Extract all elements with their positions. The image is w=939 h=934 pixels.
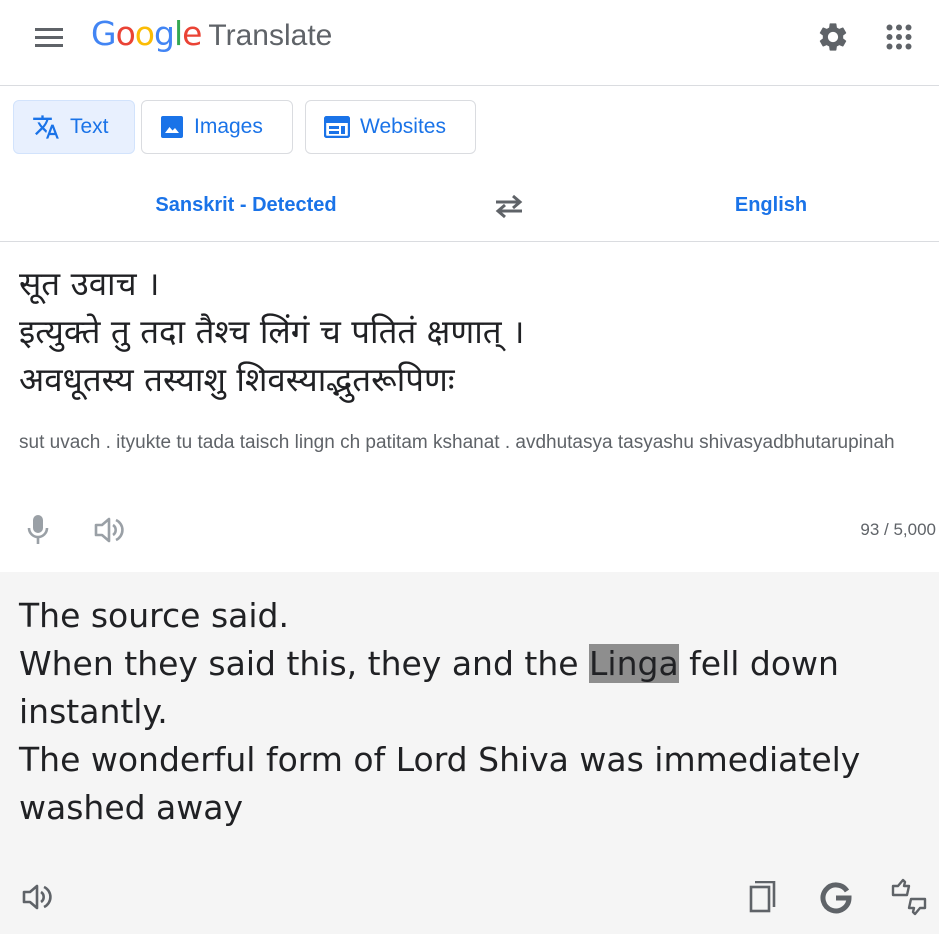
- highlighted-word[interactable]: Linga: [589, 644, 679, 683]
- speaker-icon: [22, 884, 52, 910]
- logo-letter: l: [173, 14, 183, 53]
- search-google-button[interactable]: [814, 876, 858, 920]
- logo-letter: o: [115, 14, 136, 53]
- target-language-button[interactable]: English: [700, 186, 842, 224]
- tab-text-label: Text: [70, 115, 109, 138]
- website-icon: [324, 116, 350, 138]
- language-bar: Sanskrit - Detected English: [0, 168, 939, 242]
- swap-languages-button[interactable]: [488, 185, 530, 227]
- google-apps-button[interactable]: [876, 14, 922, 60]
- rate-translation-button[interactable]: [886, 874, 932, 920]
- translation-output: The source said. When they said this, th…: [19, 592, 879, 832]
- source-panel: सूत उवाच । इत्युक्ते तु तदा तैश्च लिंगं …: [0, 242, 939, 572]
- rate-translation-icon: [891, 878, 927, 916]
- app-header: Google Translate: [0, 0, 939, 86]
- copy-icon: [749, 881, 776, 913]
- listen-translation-button[interactable]: [16, 876, 58, 918]
- swap-arrows-icon: [495, 194, 523, 219]
- logo-letter: e: [182, 14, 202, 53]
- tab-text[interactable]: Text: [13, 100, 135, 154]
- google-wordmark: Google: [91, 14, 202, 53]
- source-text-input[interactable]: सूत उवाच । इत्युक्ते तु तदा तैश्च लिंगं …: [19, 260, 919, 404]
- listen-source-button[interactable]: [88, 510, 130, 550]
- main-menu-button[interactable]: [24, 17, 74, 57]
- translation-panel: The source said. When they said this, th…: [0, 572, 939, 934]
- apps-grid-icon: [886, 24, 912, 50]
- tab-images-label: Images: [194, 115, 263, 138]
- source-transliteration: sut uvach . ityukte tu tada taisch lingn…: [19, 432, 895, 453]
- microphone-icon: [27, 515, 49, 544]
- logo-letter: o: [134, 14, 155, 53]
- google-g-icon: [820, 882, 852, 914]
- translation-line: The source said.: [19, 596, 289, 635]
- image-icon: [161, 116, 183, 138]
- hamburger-menu-icon: [35, 28, 63, 47]
- tab-websites-label: Websites: [360, 115, 446, 138]
- gear-icon: [819, 23, 847, 51]
- copy-translation-button[interactable]: [742, 876, 784, 918]
- translation-line: The wonderful form of Lord Shiva was imm…: [19, 740, 861, 827]
- source-language-button[interactable]: Sanskrit - Detected: [120, 186, 372, 224]
- product-name: Translate: [208, 19, 333, 52]
- logo-letter: g: [153, 14, 175, 53]
- translation-line: When they said this, they and the Linga …: [19, 640, 879, 736]
- settings-button[interactable]: [810, 14, 856, 60]
- translation-segment: When they said this, they and the: [19, 644, 590, 683]
- tab-images[interactable]: Images: [141, 100, 293, 154]
- logo-letter: G: [91, 14, 117, 53]
- speaker-icon: [94, 517, 124, 543]
- translate-icon: [33, 115, 59, 139]
- tab-websites[interactable]: Websites: [305, 100, 476, 154]
- voice-input-button[interactable]: [18, 510, 58, 550]
- google-translate-logo[interactable]: Google Translate: [91, 14, 332, 62]
- character-count: 93 / 5,000: [860, 520, 936, 539]
